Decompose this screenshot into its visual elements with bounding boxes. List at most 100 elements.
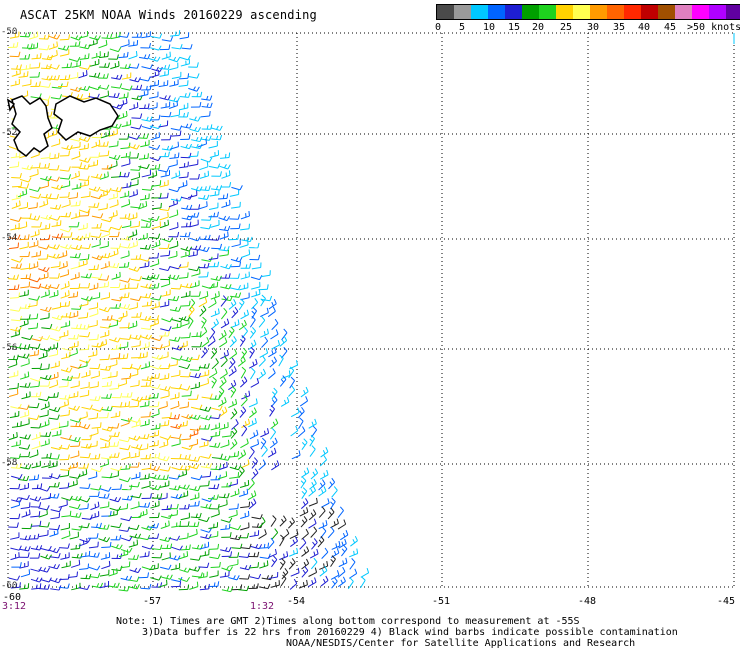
wind-barb [218, 397, 227, 407]
wind-barb [188, 212, 200, 218]
wind-barb [160, 520, 170, 529]
wind-barb [98, 493, 110, 499]
wind-barb [150, 423, 161, 431]
wind-barb [61, 145, 73, 151]
wind-barb [71, 304, 82, 310]
wind-barb [119, 283, 130, 290]
wind-barb [200, 503, 212, 509]
wind-barb [190, 291, 201, 297]
wind-barb [11, 200, 21, 209]
wind-barb [130, 451, 140, 459]
wind-barb [150, 575, 162, 581]
wind-barb [99, 323, 111, 329]
wind-barb [49, 406, 61, 413]
wind-barb [38, 266, 50, 273]
wind-barb [8, 575, 21, 581]
wind-barb [139, 89, 149, 97]
wind-barb [221, 551, 233, 557]
wind-barb [131, 84, 143, 91]
wind-barb [109, 199, 119, 209]
wind-barb [310, 526, 318, 538]
wind-barb [120, 39, 130, 48]
wind-barb [119, 292, 130, 299]
wind-barb [68, 56, 81, 62]
wind-barb [249, 254, 261, 261]
wind-barb [88, 565, 101, 571]
wind-barb [120, 250, 130, 259]
wind-barb [180, 143, 193, 150]
wind-barb [89, 381, 99, 389]
wind-barb [40, 214, 53, 220]
wind-barb [321, 547, 329, 559]
wind-barb [170, 355, 183, 361]
wind-barb [50, 204, 62, 210]
wind-barb [267, 447, 277, 458]
wind-barb [9, 161, 20, 169]
wind-barb [238, 552, 250, 559]
wind-barb [121, 363, 133, 370]
wind-barb [50, 506, 63, 513]
wind-barb [189, 414, 201, 420]
wind-barb [70, 244, 83, 251]
wind-barb [39, 199, 49, 208]
wind-barb [181, 433, 192, 441]
wind-barb [168, 186, 181, 193]
wind-barb [120, 515, 132, 522]
wind-barb [219, 368, 228, 380]
wind-barb [8, 370, 19, 378]
wind-barb [170, 392, 180, 400]
wind-barb [19, 451, 31, 458]
wind-barb [101, 454, 113, 460]
wind-barb [59, 399, 70, 408]
wind-barb [30, 62, 41, 69]
wind-barb [238, 488, 249, 498]
wind-barb [321, 498, 330, 508]
wind-barb [18, 494, 30, 501]
wind-barb [201, 393, 213, 399]
wind-barb [98, 275, 110, 281]
wind-barb [248, 583, 259, 589]
wind-barb [259, 560, 269, 569]
wind-barb [178, 364, 191, 370]
wind-barb [208, 261, 220, 268]
wind-barb [178, 272, 189, 279]
wind-barb [140, 244, 152, 250]
wind-barb [150, 132, 160, 141]
wind-barb [79, 254, 90, 261]
wind-barb [249, 327, 257, 339]
wind-barb [88, 264, 100, 271]
wind-barb [230, 261, 242, 268]
wind-barb [19, 54, 31, 60]
wind-barb [307, 577, 317, 588]
wind-barb [9, 410, 20, 419]
wind-barb [8, 354, 19, 361]
wind-barb [38, 253, 49, 260]
wind-barb [199, 424, 211, 430]
wind-barb [130, 172, 141, 181]
wind-barb [189, 126, 201, 133]
wind-barb [130, 275, 142, 282]
wind-barb [51, 314, 64, 321]
wind-barb [108, 431, 120, 438]
wind-barb [11, 68, 21, 77]
wind-barb [299, 507, 309, 517]
wind-barb [169, 209, 179, 219]
wind-barb [89, 152, 101, 158]
wind-barb [140, 411, 151, 418]
wind-barb [161, 543, 173, 549]
wind-barb [158, 401, 168, 410]
wind-barb [59, 394, 71, 400]
wind-barb [247, 478, 255, 491]
wind-barb [58, 81, 69, 88]
pass-time-label: 1:32 [250, 601, 275, 612]
wind-barb [188, 265, 200, 272]
wind-barb [51, 220, 62, 228]
wind-barb [50, 326, 62, 332]
wind-barb [78, 463, 89, 469]
wind-barb [201, 215, 212, 221]
wind-barb [171, 520, 181, 528]
wind-barb [161, 412, 172, 419]
wind-barb [199, 161, 209, 171]
wind-barb [230, 292, 242, 298]
wind-barb [30, 391, 42, 398]
